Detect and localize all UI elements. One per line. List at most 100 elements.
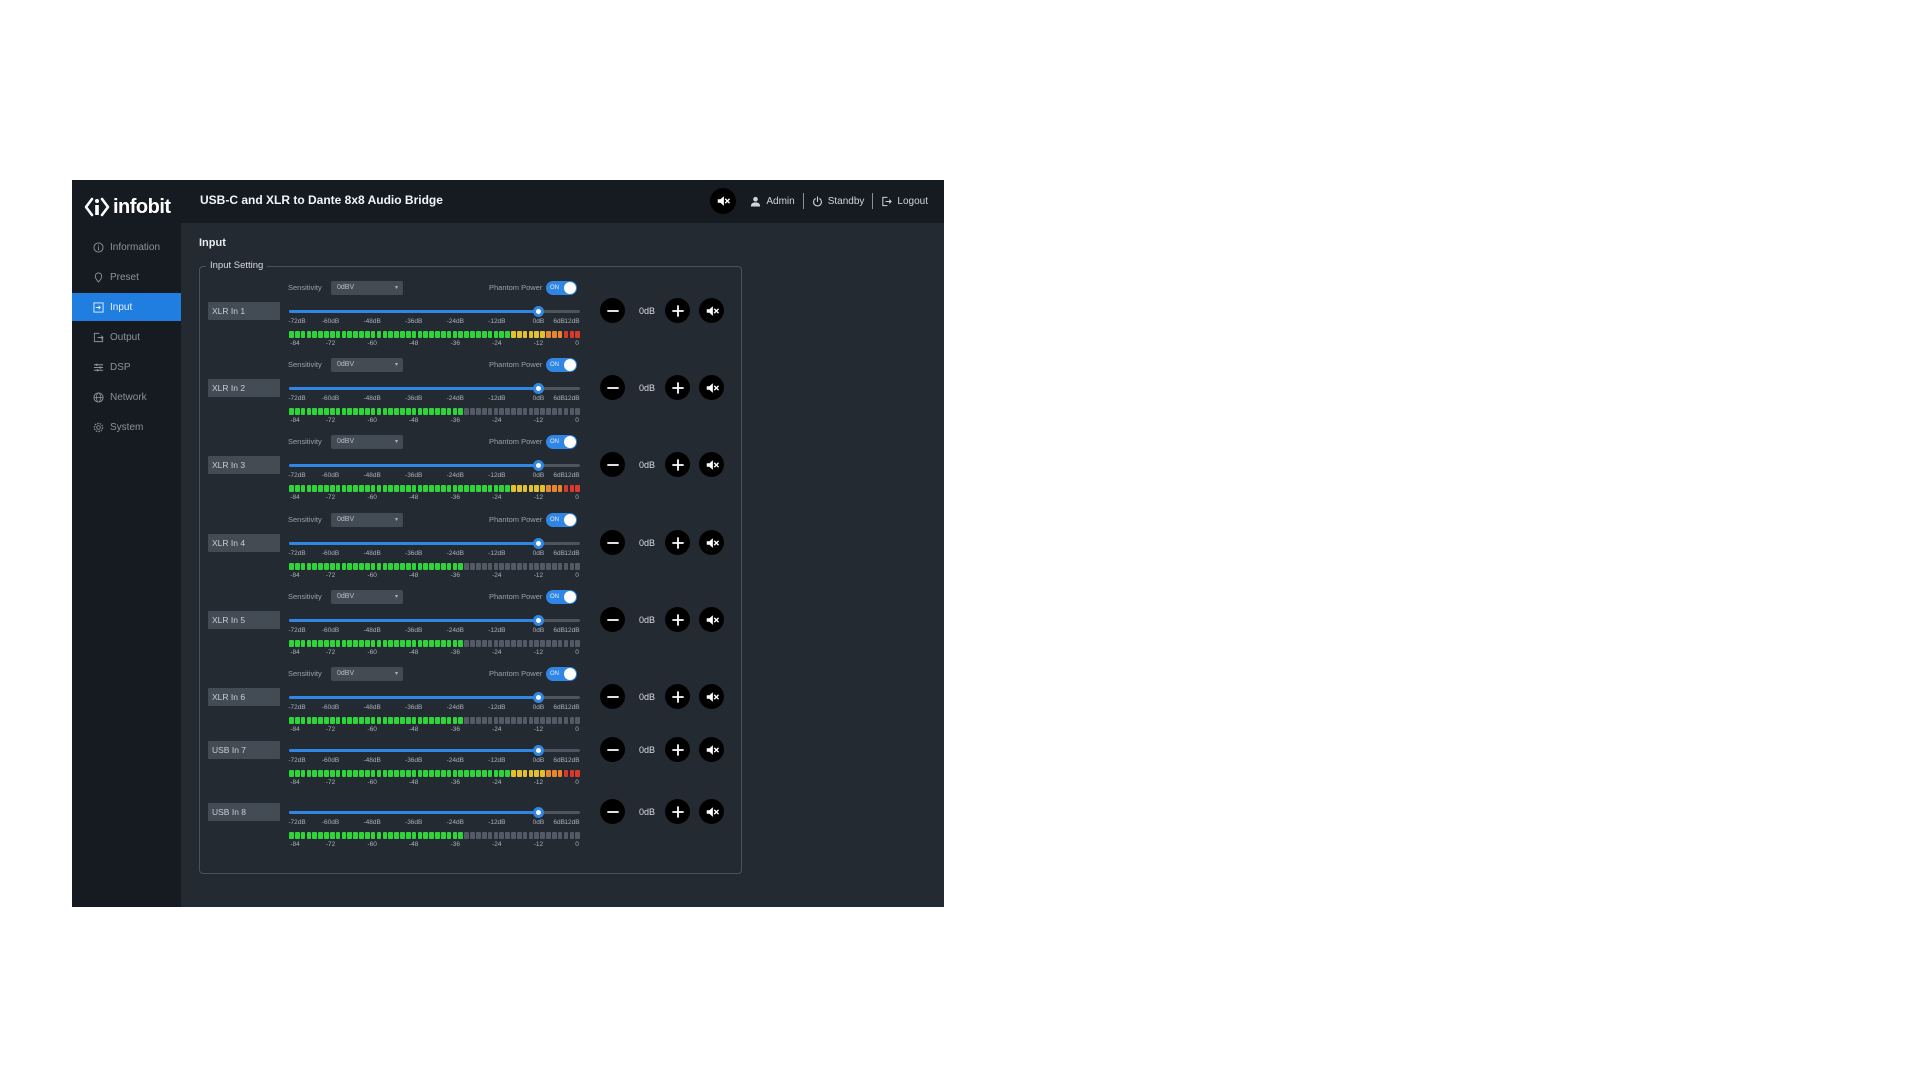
meter-tick-label: -84: [290, 726, 300, 733]
sensitivity-select[interactable]: 0dBV ▾: [331, 667, 403, 681]
meter-segment: [522, 331, 528, 338]
meter-segment: [516, 717, 522, 724]
sidebar-item-input[interactable]: Input: [72, 293, 181, 321]
channel-mute-button[interactable]: [699, 375, 724, 400]
gain-decrease-button[interactable]: [600, 684, 625, 709]
sidebar-item-system[interactable]: System: [72, 413, 181, 441]
meter-segment: [335, 770, 341, 777]
channel-mute-button[interactable]: [699, 737, 724, 762]
logout-button[interactable]: Logout: [881, 196, 928, 207]
fader-thumb[interactable]: [533, 460, 545, 471]
meter-segment: [458, 832, 464, 839]
phantom-power-toggle[interactable]: ON: [546, 281, 577, 295]
level-meter: [289, 717, 580, 724]
phantom-power-toggle[interactable]: ON: [546, 667, 577, 681]
gain-increase-button[interactable]: [665, 530, 690, 555]
gain-fader[interactable]: [289, 459, 580, 471]
gain-fader[interactable]: [289, 614, 580, 626]
fader-tick-label: -36dB: [405, 472, 423, 479]
meter-tick-label: -72: [325, 494, 336, 501]
gain-decrease-button[interactable]: [600, 298, 625, 323]
meter-segment: [312, 408, 318, 415]
admin-menu[interactable]: Admin: [750, 196, 795, 207]
channel-mute-button[interactable]: [699, 298, 724, 323]
plus-icon: [671, 805, 684, 818]
sidebar-item-preset[interactable]: Preset: [72, 263, 181, 291]
phantom-power-toggle[interactable]: ON: [546, 358, 577, 372]
gain-increase-button[interactable]: [665, 607, 690, 632]
gain-decrease-button[interactable]: [600, 452, 625, 477]
header-actions: Admin Standby Logout: [710, 188, 928, 214]
gain-decrease-button[interactable]: [600, 530, 625, 555]
fader-thumb[interactable]: [533, 615, 545, 626]
gain-fader[interactable]: [289, 382, 580, 394]
fader-thumb[interactable]: [533, 383, 545, 394]
gain-decrease-button[interactable]: [600, 799, 625, 824]
meter-segment: [522, 640, 528, 647]
sensitivity-select[interactable]: 0dBV ▾: [331, 358, 403, 372]
gain-increase-button[interactable]: [665, 799, 690, 824]
phantom-power-toggle[interactable]: ON: [546, 513, 577, 527]
standby-button[interactable]: Standby: [812, 196, 864, 207]
channel-mute-button[interactable]: [699, 452, 724, 477]
fader-scale: -72dB -60dB -48dB -36dB -24dB -12dB 0dB 6dB 12dB: [288, 550, 580, 560]
gain-fader[interactable]: [289, 305, 580, 317]
fader-tick-label: -12dB: [488, 395, 506, 402]
gain-increase-button[interactable]: [665, 684, 690, 709]
meter-segment: [400, 832, 405, 839]
meter-segment: [376, 331, 382, 338]
sensitivity-select[interactable]: 0dBV ▾: [331, 435, 403, 449]
sidebar-item-dsp[interactable]: DSP: [72, 353, 181, 381]
phantom-power-toggle[interactable]: ON: [546, 435, 577, 449]
gain-increase-button[interactable]: [665, 737, 690, 762]
gain-increase-button[interactable]: [665, 375, 690, 400]
level-meter: [289, 832, 580, 839]
channel-mute-button[interactable]: [699, 684, 724, 709]
meter-tick-label: -72: [325, 340, 336, 347]
fader-tick-label: -24dB: [446, 318, 464, 325]
gain-increase-button[interactable]: [665, 298, 690, 323]
meter-tick-label: -60: [367, 726, 377, 733]
sensitivity-select[interactable]: 0dBV ▾: [331, 590, 403, 604]
gain-decrease-button[interactable]: [600, 607, 625, 632]
meter-tick-label: -12: [533, 726, 544, 733]
channel-mute-button[interactable]: [699, 799, 724, 824]
meter-segment: [563, 563, 569, 570]
meter-segment: [388, 485, 393, 492]
sidebar-item-output[interactable]: Output: [72, 323, 181, 351]
phantom-power-toggle[interactable]: ON: [546, 590, 577, 604]
sidebar-item-information[interactable]: Information: [72, 233, 181, 261]
gain-fader[interactable]: [289, 691, 580, 703]
fader-thumb[interactable]: [533, 692, 545, 703]
meter-segment: [306, 485, 312, 492]
meter-segment: [511, 640, 516, 647]
fader-thumb[interactable]: [533, 807, 545, 818]
meter-segment: [546, 408, 551, 415]
gain-increase-button[interactable]: [665, 452, 690, 477]
meter-segment: [364, 563, 370, 570]
fader-thumb[interactable]: [533, 538, 545, 549]
meter-segment: [511, 832, 516, 839]
sensitivity-label: Sensitivity: [288, 360, 322, 369]
meter-segment: [353, 832, 358, 839]
gain-fader[interactable]: [289, 744, 580, 756]
channel-mute-button[interactable]: [699, 530, 724, 555]
gain-fader[interactable]: [289, 806, 580, 818]
minus-icon: [606, 748, 619, 751]
gain-decrease-button[interactable]: [600, 375, 625, 400]
sensitivity-label: Sensitivity: [288, 283, 322, 292]
master-mute-button[interactable]: [710, 188, 737, 214]
plus-icon: [671, 743, 684, 756]
gain-fader[interactable]: [289, 537, 580, 549]
sensitivity-select[interactable]: 0dBV ▾: [331, 281, 403, 295]
channel-mute-button[interactable]: [699, 607, 724, 632]
meter-segment: [481, 770, 487, 777]
gain-decrease-button[interactable]: [600, 737, 625, 762]
sensitivity-select[interactable]: 0dBV ▾: [331, 513, 403, 527]
meter-segment: [516, 485, 522, 492]
fader-thumb[interactable]: [533, 745, 545, 756]
meter-tick-label: 0: [575, 417, 579, 424]
sidebar-item-label: System: [110, 421, 144, 433]
fader-thumb[interactable]: [533, 306, 545, 317]
sidebar-item-network[interactable]: Network: [72, 383, 181, 411]
